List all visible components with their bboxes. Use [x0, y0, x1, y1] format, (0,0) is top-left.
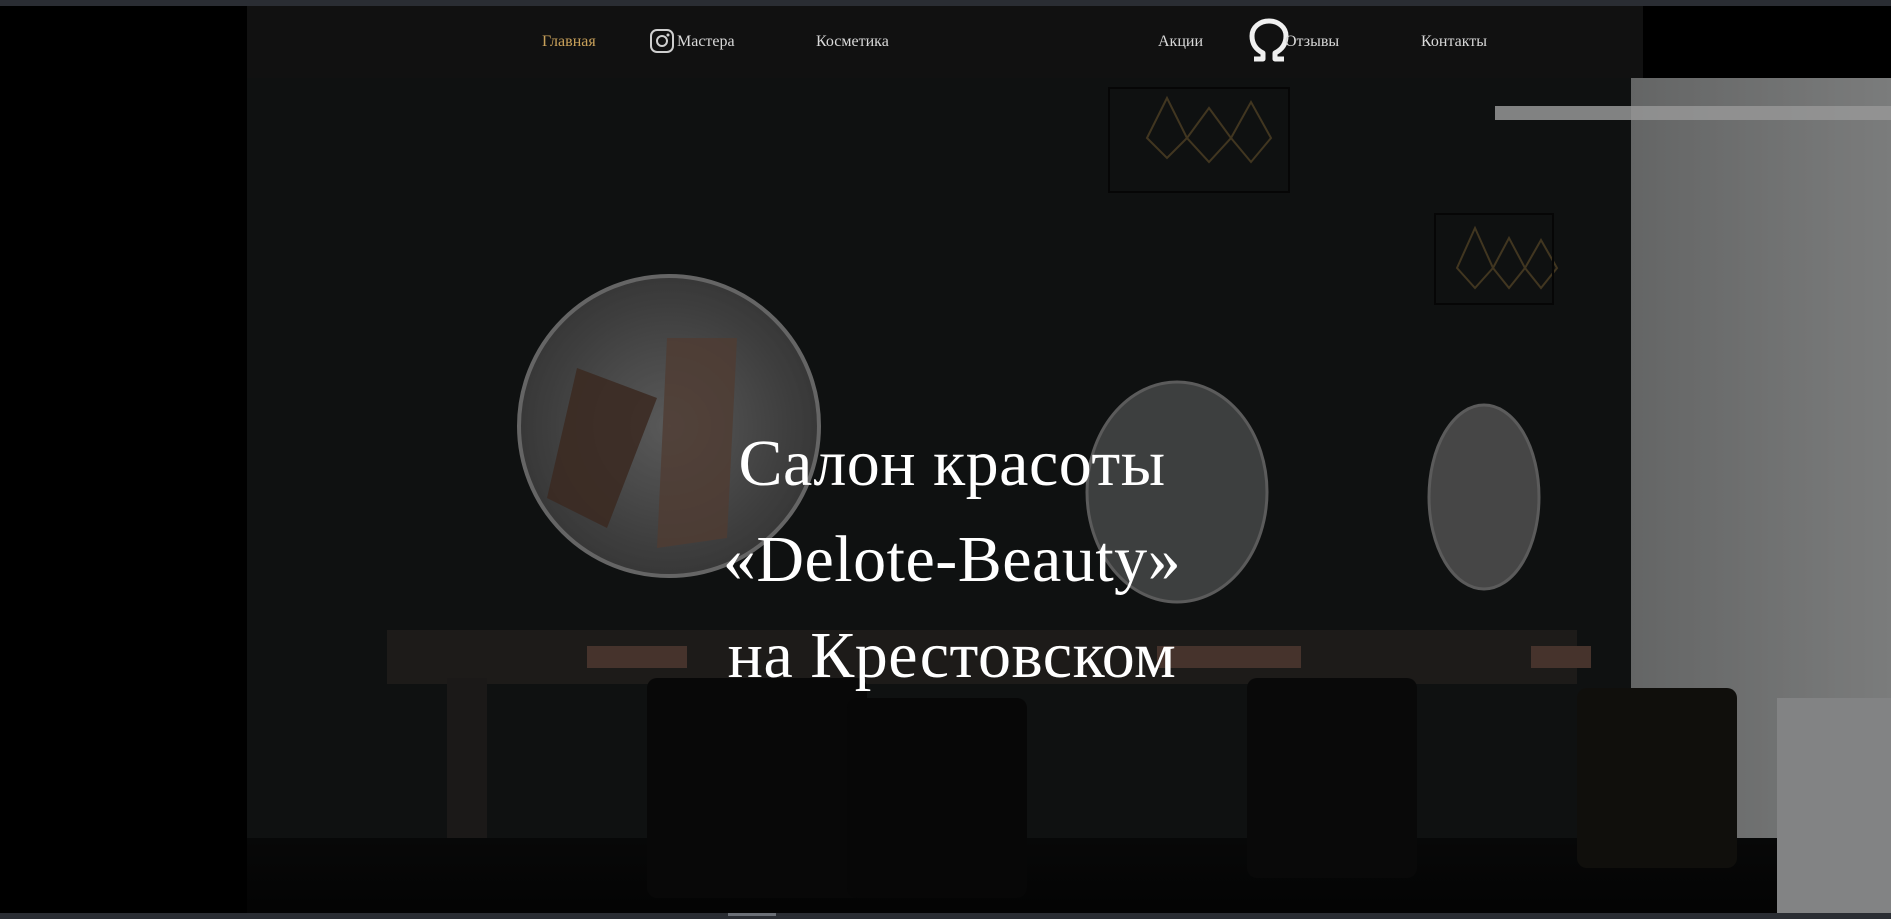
- scroll-thumb[interactable]: [728, 913, 776, 916]
- nav-link-masters[interactable]: Мастера: [677, 33, 735, 51]
- nav-link-reviews[interactable]: Отзывы: [1285, 33, 1339, 51]
- right-margin: [1643, 6, 1891, 78]
- page: Главная Мастера Косметика Акции Отзывы К…: [0, 6, 1891, 919]
- bottom-scroll-strip: [0, 913, 1891, 919]
- instagram-icon[interactable]: [649, 28, 675, 54]
- hero-title: Салон красоты «Delote-Beauty» на Крестов…: [547, 416, 1357, 704]
- left-margin: [0, 6, 247, 919]
- nav-link-promotions[interactable]: Акции: [1158, 33, 1203, 51]
- hero-title-line-2: «Delote-Beauty»: [722, 523, 1182, 596]
- hero-title-line-1: Салон красоты: [738, 427, 1166, 500]
- hero-title-line-3: на Крестовском: [727, 619, 1177, 692]
- nav-link-cosmetics[interactable]: Косметика: [816, 33, 889, 51]
- nav-link-home[interactable]: Главная: [542, 33, 596, 51]
- nav-link-contacts[interactable]: Контакты: [1421, 33, 1487, 51]
- top-navigation: Главная Мастера Косметика Акции Отзывы К…: [247, 6, 1643, 78]
